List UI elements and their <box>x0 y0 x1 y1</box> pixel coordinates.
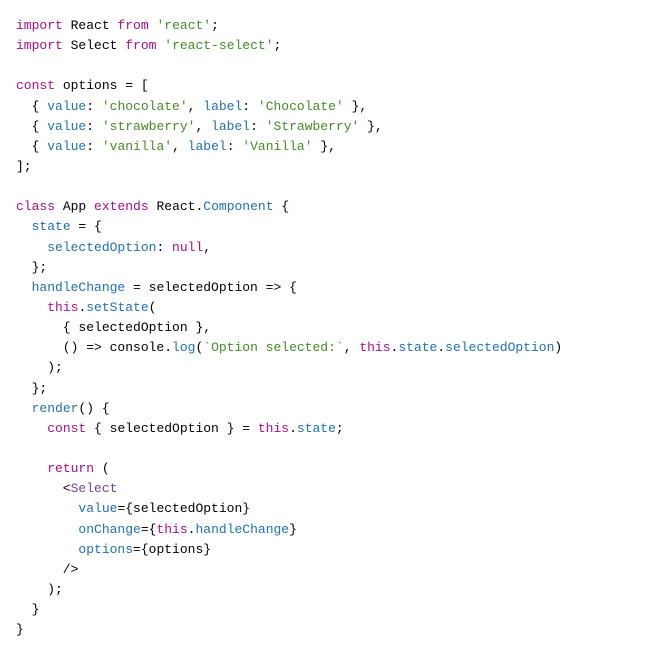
string-vanilla-label: 'Vanilla' <box>242 139 312 154</box>
prop-label: label <box>188 139 227 154</box>
method-render: render <box>32 401 79 416</box>
prop-selectedoption: selectedOption <box>47 240 156 255</box>
string-react-select: 'react-select' <box>164 38 273 53</box>
prop-handlechange: handleChange <box>32 280 126 295</box>
jsx-attr-options: options <box>78 542 133 557</box>
keyword-null: null <box>172 240 203 255</box>
prop-handlechange: handleChange <box>195 522 289 537</box>
keyword-const: const <box>47 421 86 436</box>
code-block: import React from 'react'; import Select… <box>16 16 629 640</box>
ident-console: console <box>110 340 165 355</box>
keyword-import: import <box>16 18 63 33</box>
jsx-select: Select <box>71 481 118 496</box>
string-vanilla: 'vanilla' <box>102 139 172 154</box>
string-strawberry-label: 'Strawberry' <box>266 119 360 134</box>
keyword-class: class <box>16 199 55 214</box>
keyword-this: this <box>359 340 390 355</box>
prop-value: value <box>47 139 86 154</box>
ident-selectedoption: selectedOption <box>110 421 219 436</box>
string-option-selected: `Option selected:` <box>203 340 343 355</box>
keyword-extends: extends <box>94 199 149 214</box>
prop-label: label <box>203 99 242 114</box>
prop-label: label <box>211 119 250 134</box>
keyword-const: const <box>16 78 55 93</box>
keyword-from: from <box>117 18 148 33</box>
prop-value: value <box>47 119 86 134</box>
prop-state: state <box>297 421 336 436</box>
method-setstate: setState <box>86 300 148 315</box>
ident-selectedoption: selectedOption <box>78 320 187 335</box>
ident-component: Component <box>203 199 273 214</box>
prop-state: state <box>32 219 71 234</box>
jsx-attr-onchange: onChange <box>78 522 140 537</box>
ident-options: options <box>149 542 204 557</box>
keyword-from: from <box>125 38 156 53</box>
prop-value: value <box>47 99 86 114</box>
ident-react: React <box>71 18 110 33</box>
method-log: log <box>172 340 195 355</box>
ident-selectedoption: selectedOption <box>133 501 242 516</box>
keyword-this: this <box>156 522 187 537</box>
string-chocolate-label: 'Chocolate' <box>258 99 344 114</box>
ident-options: options <box>63 78 118 93</box>
ident-select: Select <box>71 38 118 53</box>
string-chocolate: 'chocolate' <box>102 99 188 114</box>
keyword-this: this <box>258 421 289 436</box>
string-react: 'react' <box>156 18 211 33</box>
keyword-return: return <box>47 461 94 476</box>
class-app: App <box>63 199 86 214</box>
param-selectedoption: selectedOption <box>149 280 258 295</box>
keyword-import: import <box>16 38 63 53</box>
prop-state: state <box>398 340 437 355</box>
jsx-attr-value: value <box>78 501 117 516</box>
keyword-this: this <box>47 300 78 315</box>
ident-react: React <box>156 199 195 214</box>
prop-selectedoption: selectedOption <box>445 340 554 355</box>
string-strawberry: 'strawberry' <box>102 119 196 134</box>
